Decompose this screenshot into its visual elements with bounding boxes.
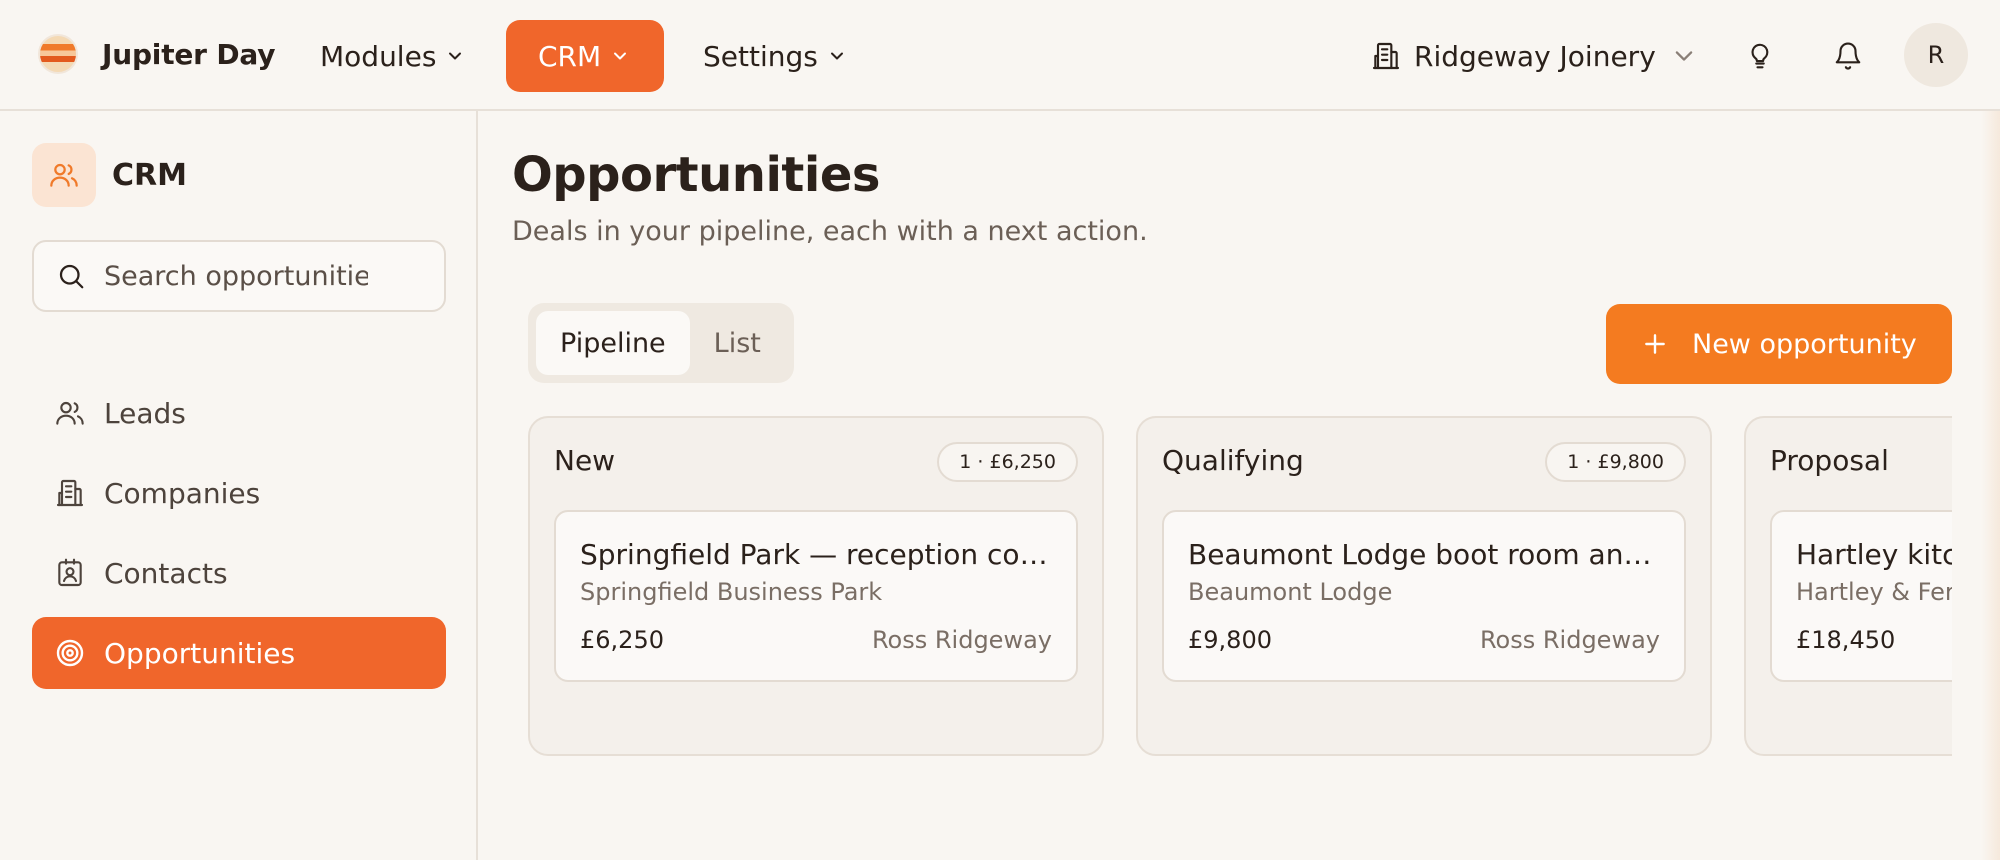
opportunity-owner: Ross Ridgeway: [1479, 626, 1660, 654]
nav-modules-menu[interactable]: Modules: [320, 20, 494, 92]
column-title: Qualifying: [1162, 444, 1304, 477]
pipeline-column-new: New 1 · £6,250 Springfield Park — recept…: [528, 416, 1104, 756]
target-icon: [56, 639, 84, 667]
search-input[interactable]: [104, 260, 368, 292]
nav-crm-menu[interactable]: CRM: [506, 20, 664, 92]
opportunity-title: Beaumont Lodge boot room and pantry: [1188, 538, 1664, 571]
avatar-initial: R: [1927, 41, 1945, 69]
building-icon: [56, 479, 84, 507]
sidebar-header: CRM: [32, 143, 187, 207]
column-summary-badge: 1 · £9,800: [1545, 442, 1686, 482]
lightbulb-icon: [1751, 43, 1769, 69]
column-summary-badge: 1 · £6,250: [937, 442, 1078, 482]
sidebar-item-leads[interactable]: Leads: [32, 377, 446, 449]
opportunity-value: £6,250: [580, 626, 664, 654]
sidebar-item-label: Opportunities: [104, 636, 296, 670]
sidebar-item-label: Contacts: [104, 556, 228, 590]
building-icon: [1372, 42, 1400, 70]
opportunity-value: £18,450: [1796, 626, 1896, 654]
new-opportunity-label: New opportunity: [1692, 328, 1917, 360]
page-subtitle: Deals in your pipeline, each with a next…: [512, 216, 1148, 247]
opportunity-company: Beaumont Lodge: [1188, 578, 1393, 606]
opportunity-owner: Ross Ridgeway: [871, 626, 1052, 654]
contact-card-icon: [58, 558, 82, 587]
chevron-down-icon: [614, 52, 627, 60]
organization-switcher[interactable]: Ridgeway Joinery: [1370, 36, 1694, 76]
users-icon: [56, 401, 84, 425]
main-content: Opportunities Deals in your pipeline, ea…: [478, 111, 2000, 860]
search-box: [32, 240, 446, 312]
nav-modules-label: Modules: [320, 39, 437, 73]
opportunity-company: Springfield Business Park: [580, 578, 883, 606]
sidebar-item-opportunities[interactable]: Opportunities: [32, 617, 446, 689]
plus-icon: [1645, 334, 1665, 354]
search-icon: [59, 264, 84, 289]
app-logo-icon: [38, 34, 78, 74]
column-title: New: [554, 444, 616, 477]
ideas-button[interactable]: [1742, 38, 1778, 74]
chevron-down-icon: [1675, 51, 1693, 61]
opportunity-card[interactable]: Beaumont Lodge boot room and pantry Beau…: [1162, 510, 1686, 682]
new-opportunity-button[interactable]: New opportunity: [1606, 304, 1952, 384]
organization-name: Ridgeway Joinery: [1414, 39, 1656, 73]
chevron-down-icon: [449, 52, 462, 60]
opportunity-title: Springfield Park — reception counter: [580, 538, 1056, 571]
tab-list[interactable]: List: [690, 311, 785, 375]
top-bar: Jupiter Day Modules CRM Settings Ridgewa…: [0, 0, 2000, 111]
sidebar: CRM Leads Companies Contacts Opportuniti…: [0, 111, 478, 860]
sidebar-item-label: Companies: [104, 476, 261, 510]
page-title: Opportunities: [512, 147, 880, 203]
view-toggle: Pipeline List: [528, 303, 794, 383]
pipeline-column-qualifying: Qualifying 1 · £9,800 Beaumont Lodge boo…: [1136, 416, 1712, 756]
chevron-down-icon: [830, 52, 843, 60]
sidebar-item-companies[interactable]: Companies: [32, 457, 446, 529]
opportunity-card[interactable]: Springfield Park — reception counter Spr…: [554, 510, 1078, 682]
notifications-button[interactable]: [1830, 38, 1866, 74]
column-title: Proposal: [1770, 444, 1889, 477]
nav-settings-label: Settings: [703, 39, 818, 73]
sidebar-item-label: Leads: [104, 396, 186, 430]
tab-pipeline[interactable]: Pipeline: [536, 311, 690, 375]
user-avatar[interactable]: R: [1904, 23, 1968, 87]
brand[interactable]: Jupiter Day: [38, 34, 275, 74]
opportunity-company: Hartley & Ferr: [1796, 578, 1965, 606]
nav-crm-label: CRM: [538, 39, 602, 73]
opportunity-value: £9,800: [1188, 626, 1272, 654]
nav-settings-menu[interactable]: Settings: [703, 20, 876, 92]
sidebar-item-contacts[interactable]: Contacts: [32, 537, 446, 609]
sidebar-title: CRM: [112, 157, 187, 193]
app-name: Jupiter Day: [102, 37, 276, 71]
users-icon: [50, 163, 78, 187]
bell-icon: [1835, 42, 1861, 70]
crm-module-icon: [32, 143, 96, 207]
board-scroll-edge: [1952, 111, 2000, 860]
